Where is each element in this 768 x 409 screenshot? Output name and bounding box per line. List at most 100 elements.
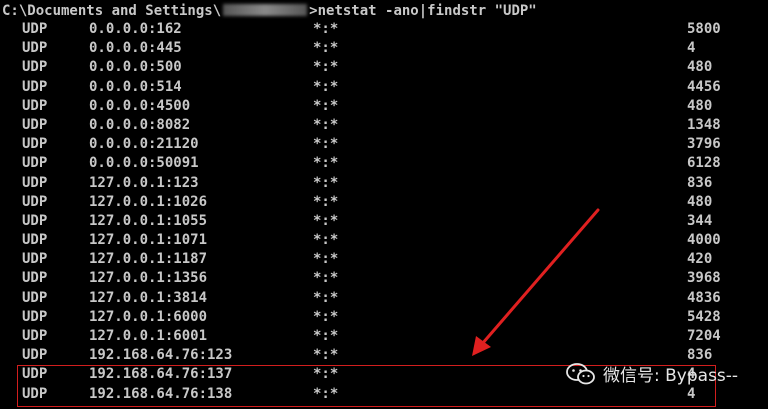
pid-cell: 6128 <box>687 155 721 172</box>
local-address-cell: 0.0.0.0:8082 <box>89 116 191 133</box>
proto-cell: UDP <box>22 193 48 210</box>
local-address-cell: 127.0.0.1:1356 <box>89 270 208 287</box>
proto-cell: UDP <box>22 97 48 114</box>
local-address-cell: 0.0.0.0:445 <box>89 40 182 57</box>
table-row: UDP 0.0.0.0:162 *:* 5800 <box>0 20 768 39</box>
table-row: UDP 0.0.0.0:514 *:* 4456 <box>0 78 768 97</box>
wechat-icon <box>566 362 595 384</box>
foreign-address-cell: *:* <box>313 308 339 325</box>
proto-cell: UDP <box>22 40 48 57</box>
table-row: UDP 127.0.0.1:1071 *:* 4000 <box>0 231 768 250</box>
pid-cell: 480 <box>687 59 713 76</box>
pid-cell: 420 <box>687 251 713 268</box>
pid-cell: 4000 <box>687 232 721 249</box>
local-address-cell: 127.0.0.1:1055 <box>89 212 208 229</box>
proto-cell: UDP <box>22 366 48 383</box>
proto-cell: UDP <box>22 21 48 37</box>
pid-cell: 3968 <box>687 270 721 287</box>
table-row: UDP 192.168.64.76:138 *:* 4 <box>0 385 768 404</box>
table-row: UDP 127.0.0.1:1055 *:* 344 <box>0 212 768 231</box>
foreign-address-cell: *:* <box>313 212 339 229</box>
local-address-cell: 127.0.0.1:1026 <box>89 193 208 210</box>
pid-cell: 4456 <box>687 78 721 95</box>
table-row: UDP 0.0.0.0:445 *:* 4 <box>0 39 768 58</box>
foreign-address-cell: *:* <box>313 251 339 268</box>
local-address-cell: 0.0.0.0:50091 <box>89 155 199 172</box>
proto-cell: UDP <box>22 270 48 287</box>
table-row: UDP 127.0.0.1:6000 *:* 5428 <box>0 308 768 327</box>
proto-cell: UDP <box>22 78 48 95</box>
foreign-address-cell: *:* <box>313 385 339 402</box>
netstat-output: UDP 0.0.0.0:162 *:* 5800 UDP 0.0.0.0:445 *:* 4 U… <box>0 20 768 404</box>
pid-cell: 5428 <box>687 308 721 325</box>
pid-cell: 480 <box>687 193 713 210</box>
foreign-address-cell: *:* <box>313 174 339 191</box>
local-address-cell: 0.0.0.0:162 <box>89 21 182 37</box>
prompt-path: C:\Documents and Settings\ <box>2 3 222 19</box>
proto-cell: UDP <box>22 59 48 76</box>
foreign-address-cell: *:* <box>313 155 339 172</box>
foreign-address-cell: *:* <box>313 78 339 95</box>
proto-cell: UDP <box>22 308 48 325</box>
local-address-cell: 127.0.0.1:3814 <box>89 289 208 306</box>
prompt-command: >netstat -ano|findstr "UDP" <box>309 3 537 19</box>
table-row: UDP 127.0.0.1:6001 *:* 7204 <box>0 327 768 346</box>
pid-cell: 4836 <box>687 289 721 306</box>
foreign-address-cell: *:* <box>313 116 339 133</box>
foreign-address-cell: *:* <box>313 289 339 306</box>
foreign-address-cell: *:* <box>313 270 339 287</box>
command-prompt: C:\Documents and Settings\ >netstat -ano|… <box>2 2 537 20</box>
table-row: UDP 127.0.0.1:3814 *:* 4836 <box>0 289 768 308</box>
redacted-username <box>223 4 308 16</box>
pid-cell: 4 <box>687 40 696 57</box>
foreign-address-cell: *:* <box>313 347 339 364</box>
table-row: UDP 0.0.0.0:4500 *:* 480 <box>0 97 768 116</box>
local-address-cell: 127.0.0.1:123 <box>89 174 199 191</box>
pid-cell: 3796 <box>687 136 721 153</box>
pid-cell: 4 <box>687 385 696 402</box>
console-window: C:\Documents and Settings\ >netstat -ano|… <box>0 0 768 409</box>
table-row: UDP 127.0.0.1:123 *:* 836 <box>0 174 768 193</box>
proto-cell: UDP <box>22 328 48 344</box>
table-row: UDP 127.0.0.1:1356 *:* 3968 <box>0 269 768 288</box>
proto-cell: UDP <box>22 251 48 268</box>
local-address-cell: 127.0.0.1:1071 <box>89 232 208 249</box>
proto-cell: UDP <box>22 385 48 402</box>
foreign-address-cell: *:* <box>313 328 339 344</box>
proto-cell: UDP <box>22 232 48 249</box>
table-row: UDP 0.0.0.0:21120 *:* 3796 <box>0 135 768 154</box>
pid-cell: 480 <box>687 97 713 114</box>
foreign-address-cell: *:* <box>313 366 339 383</box>
local-address-cell: 0.0.0.0:514 <box>89 78 182 95</box>
foreign-address-cell: *:* <box>313 136 339 153</box>
table-row: UDP 0.0.0.0:50091 *:* 6128 <box>0 154 768 173</box>
foreign-address-cell: *:* <box>313 232 339 249</box>
proto-cell: UDP <box>22 155 48 172</box>
pid-cell: 344 <box>687 212 713 229</box>
foreign-address-cell: *:* <box>313 21 339 37</box>
pid-cell: 5800 <box>687 21 721 37</box>
proto-cell: UDP <box>22 212 48 229</box>
foreign-address-cell: *:* <box>313 97 339 114</box>
table-row: UDP 127.0.0.1:1187 *:* 420 <box>0 250 768 269</box>
table-row: UDP 127.0.0.1:1026 *:* 480 <box>0 193 768 212</box>
watermark: 微信号: Bypass-- <box>565 361 738 386</box>
table-row: UDP 0.0.0.0:500 *:* 480 <box>0 58 768 77</box>
pid-cell: 7204 <box>687 328 721 344</box>
local-address-cell: 127.0.0.1:1187 <box>89 251 208 268</box>
proto-cell: UDP <box>22 289 48 306</box>
proto-cell: UDP <box>22 116 48 133</box>
local-address-cell: 192.168.64.76:123 <box>89 347 233 364</box>
local-address-cell: 0.0.0.0:21120 <box>89 136 199 153</box>
local-address-cell: 0.0.0.0:500 <box>89 59 182 76</box>
proto-cell: UDP <box>22 136 48 153</box>
local-address-cell: 127.0.0.1:6001 <box>89 328 208 344</box>
foreign-address-cell: *:* <box>313 40 339 57</box>
local-address-cell: 127.0.0.1:6000 <box>89 308 208 325</box>
local-address-cell: 192.168.64.76:138 <box>89 385 233 402</box>
foreign-address-cell: *:* <box>313 193 339 210</box>
watermark-text: 微信号: Bypass-- <box>603 366 739 386</box>
local-address-cell: 0.0.0.0:4500 <box>89 97 191 114</box>
proto-cell: UDP <box>22 347 48 364</box>
local-address-cell: 192.168.64.76:137 <box>89 366 233 383</box>
